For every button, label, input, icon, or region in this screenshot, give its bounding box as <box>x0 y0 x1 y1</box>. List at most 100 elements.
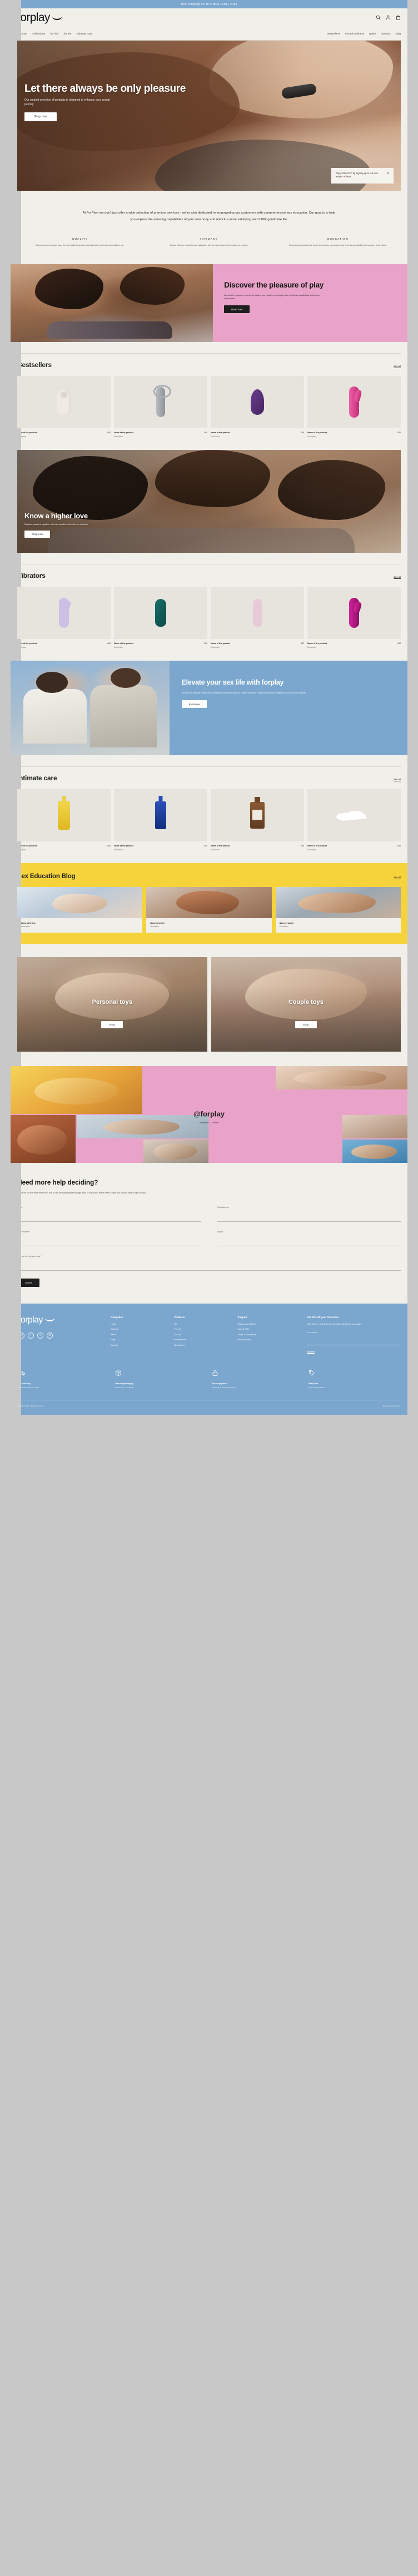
blog-see-all[interactable]: See all <box>394 876 401 879</box>
blue-cta-image <box>11 660 170 755</box>
nav-right-item-1[interactable]: sexual wellness <box>345 32 364 35</box>
hero-shop-now-button[interactable]: Shop now <box>24 112 57 121</box>
footer-link[interactable]: Blog <box>111 1339 168 1341</box>
product-card[interactable]: Name of the product Description £00 <box>211 587 304 648</box>
phone-input[interactable] <box>17 1240 201 1246</box>
blog-card[interactable]: Name of article Description <box>17 886 143 933</box>
product-card[interactable]: Name of the product Description £00 <box>114 376 207 438</box>
nav-right-item-3[interactable]: rewards <box>381 32 390 35</box>
product-card[interactable]: Name of the product Description £00 <box>211 789 304 851</box>
footer-link[interactable]: Shipping & Returns <box>238 1323 302 1325</box>
bag-icon[interactable] <box>396 15 401 20</box>
product-thumbnail <box>17 789 111 842</box>
nav-right-item-0[interactable]: bestsellers <box>327 32 340 35</box>
footer-link[interactable]: Terms & Conditions <box>238 1334 302 1336</box>
category-tile-couple[interactable]: Couple toys Shop <box>211 957 401 1052</box>
newsletter-email-input[interactable] <box>307 1339 400 1345</box>
product-card[interactable]: Name of the product Description £00 <box>114 789 207 851</box>
footer-link[interactable]: Home <box>111 1323 168 1325</box>
product-name: Name of the product <box>307 845 327 848</box>
footer-link[interactable]: Intimate care <box>174 1339 232 1341</box>
subject-input[interactable] <box>217 1240 401 1246</box>
instagram-section: @forplay instagram TikTok <box>11 1066 407 1163</box>
instagram-post[interactable] <box>77 1140 142 1163</box>
pink-banner-cta[interactable]: Read now <box>224 305 250 314</box>
product-desc: Description <box>307 848 316 851</box>
category-tile-personal[interactable]: Personal toys Shop <box>17 957 207 1052</box>
footer-link[interactable]: For him <box>174 1328 232 1330</box>
instagram-post[interactable] <box>276 1091 407 1114</box>
intimate-care-see-all[interactable]: See all <box>394 778 401 781</box>
pink-banner: Discover the pleasure of play We want to… <box>11 264 407 342</box>
pinterest-icon[interactable]: ℗ <box>47 1332 53 1339</box>
footer-link[interactable]: Shop all <box>111 1328 168 1330</box>
product-card[interactable]: Name of the product Description £00 <box>211 376 304 438</box>
promo-close-icon[interactable]: × <box>387 172 389 176</box>
mid-banner: Know a higher love Explore pleasure toge… <box>17 449 401 553</box>
section-divider <box>17 353 401 354</box>
product-price: £00 <box>397 432 401 434</box>
nav-item-3[interactable]: for her <box>64 32 72 35</box>
tile-shop-button[interactable]: Shop <box>101 1021 123 1029</box>
lock-icon <box>212 1370 218 1376</box>
mid-banner-title: Know a higher love <box>24 512 88 521</box>
instagram-post[interactable] <box>210 1115 341 1163</box>
instagram-post[interactable] <box>276 1066 407 1090</box>
footer-column-heading: Navigation <box>111 1315 123 1319</box>
product-desc: Description <box>211 435 220 438</box>
nav-item-1[interactable]: collections <box>32 32 45 35</box>
site-footer: forplay ◎ f ♪ ℗ Navigation Home Shop all… <box>11 1303 407 1415</box>
message-input[interactable] <box>17 1264 401 1271</box>
footer-link[interactable]: Privacy Policy <box>238 1339 302 1341</box>
tiktok-icon[interactable]: ♪ <box>37 1332 43 1339</box>
instagram-post[interactable] <box>77 1115 208 1139</box>
footer-link[interactable]: Bestsellers <box>174 1344 232 1346</box>
blog-article-desc: Description <box>21 925 30 928</box>
blog-card[interactable]: Name of article Description <box>146 886 272 933</box>
product-name: Name of the product <box>211 845 230 848</box>
instagram-post[interactable] <box>143 1066 275 1114</box>
footer-link[interactable]: For her <box>174 1334 232 1336</box>
logo[interactable]: forplay <box>17 12 63 23</box>
nav-item-2[interactable]: for him <box>50 32 58 35</box>
product-card[interactable]: Name of the product Description £00 <box>17 376 111 438</box>
footer-column-heading: Support <box>237 1315 247 1319</box>
blog-thumbnail <box>17 886 143 918</box>
instagram-post[interactable] <box>342 1140 407 1163</box>
product-card[interactable]: Name of the product Description £00 <box>17 789 111 851</box>
mid-banner-cta[interactable]: Shop now <box>24 530 51 538</box>
bestsellers-see-all[interactable]: See all <box>394 365 401 368</box>
blue-cta-button[interactable]: Read now <box>181 700 207 709</box>
nav-item-4[interactable]: intimate care <box>77 32 92 35</box>
footer-link[interactable]: All <box>174 1323 232 1325</box>
product-card[interactable]: Name of the product Description £00 <box>114 587 207 648</box>
tile-shop-button[interactable]: Shop <box>295 1021 317 1029</box>
footer-link[interactable]: Contact <box>111 1344 168 1346</box>
instagram-post[interactable] <box>11 1115 76 1163</box>
blog-article-name: Name of article <box>150 922 165 924</box>
logo-swoosh-icon <box>52 16 62 20</box>
product-desc: Description <box>114 646 123 648</box>
product-card[interactable]: Name of the product Description £00 <box>17 587 111 648</box>
newsletter-submit-button[interactable]: Submit <box>307 1350 315 1353</box>
vibrators-see-all[interactable]: See all <box>394 576 401 578</box>
footer-link[interactable]: About <box>111 1334 168 1336</box>
blog-card[interactable]: Name of article Description <box>275 886 401 933</box>
instagram-post[interactable] <box>11 1066 142 1114</box>
footer-link[interactable]: Help & FAQ <box>238 1328 302 1330</box>
product-card[interactable]: Name of the product Description £00 <box>307 376 401 438</box>
product-card[interactable]: Name of the product Description £00 <box>307 789 401 851</box>
facebook-icon[interactable]: f <box>28 1332 34 1339</box>
email-input[interactable] <box>217 1215 401 1222</box>
instagram-post[interactable] <box>342 1115 407 1139</box>
nav-right-item-4[interactable]: blog <box>396 32 401 35</box>
name-input[interactable] <box>17 1215 201 1222</box>
search-icon[interactable] <box>376 15 381 20</box>
tile-title: Couple toys <box>288 999 324 1006</box>
product-card[interactable]: Name of the product Description £00 <box>307 587 401 648</box>
nav-right-item-2[interactable]: guide <box>369 32 376 35</box>
product-price: £00 <box>204 845 207 848</box>
instagram-post[interactable] <box>143 1140 208 1163</box>
user-icon[interactable] <box>386 15 391 20</box>
product-image <box>58 801 70 830</box>
